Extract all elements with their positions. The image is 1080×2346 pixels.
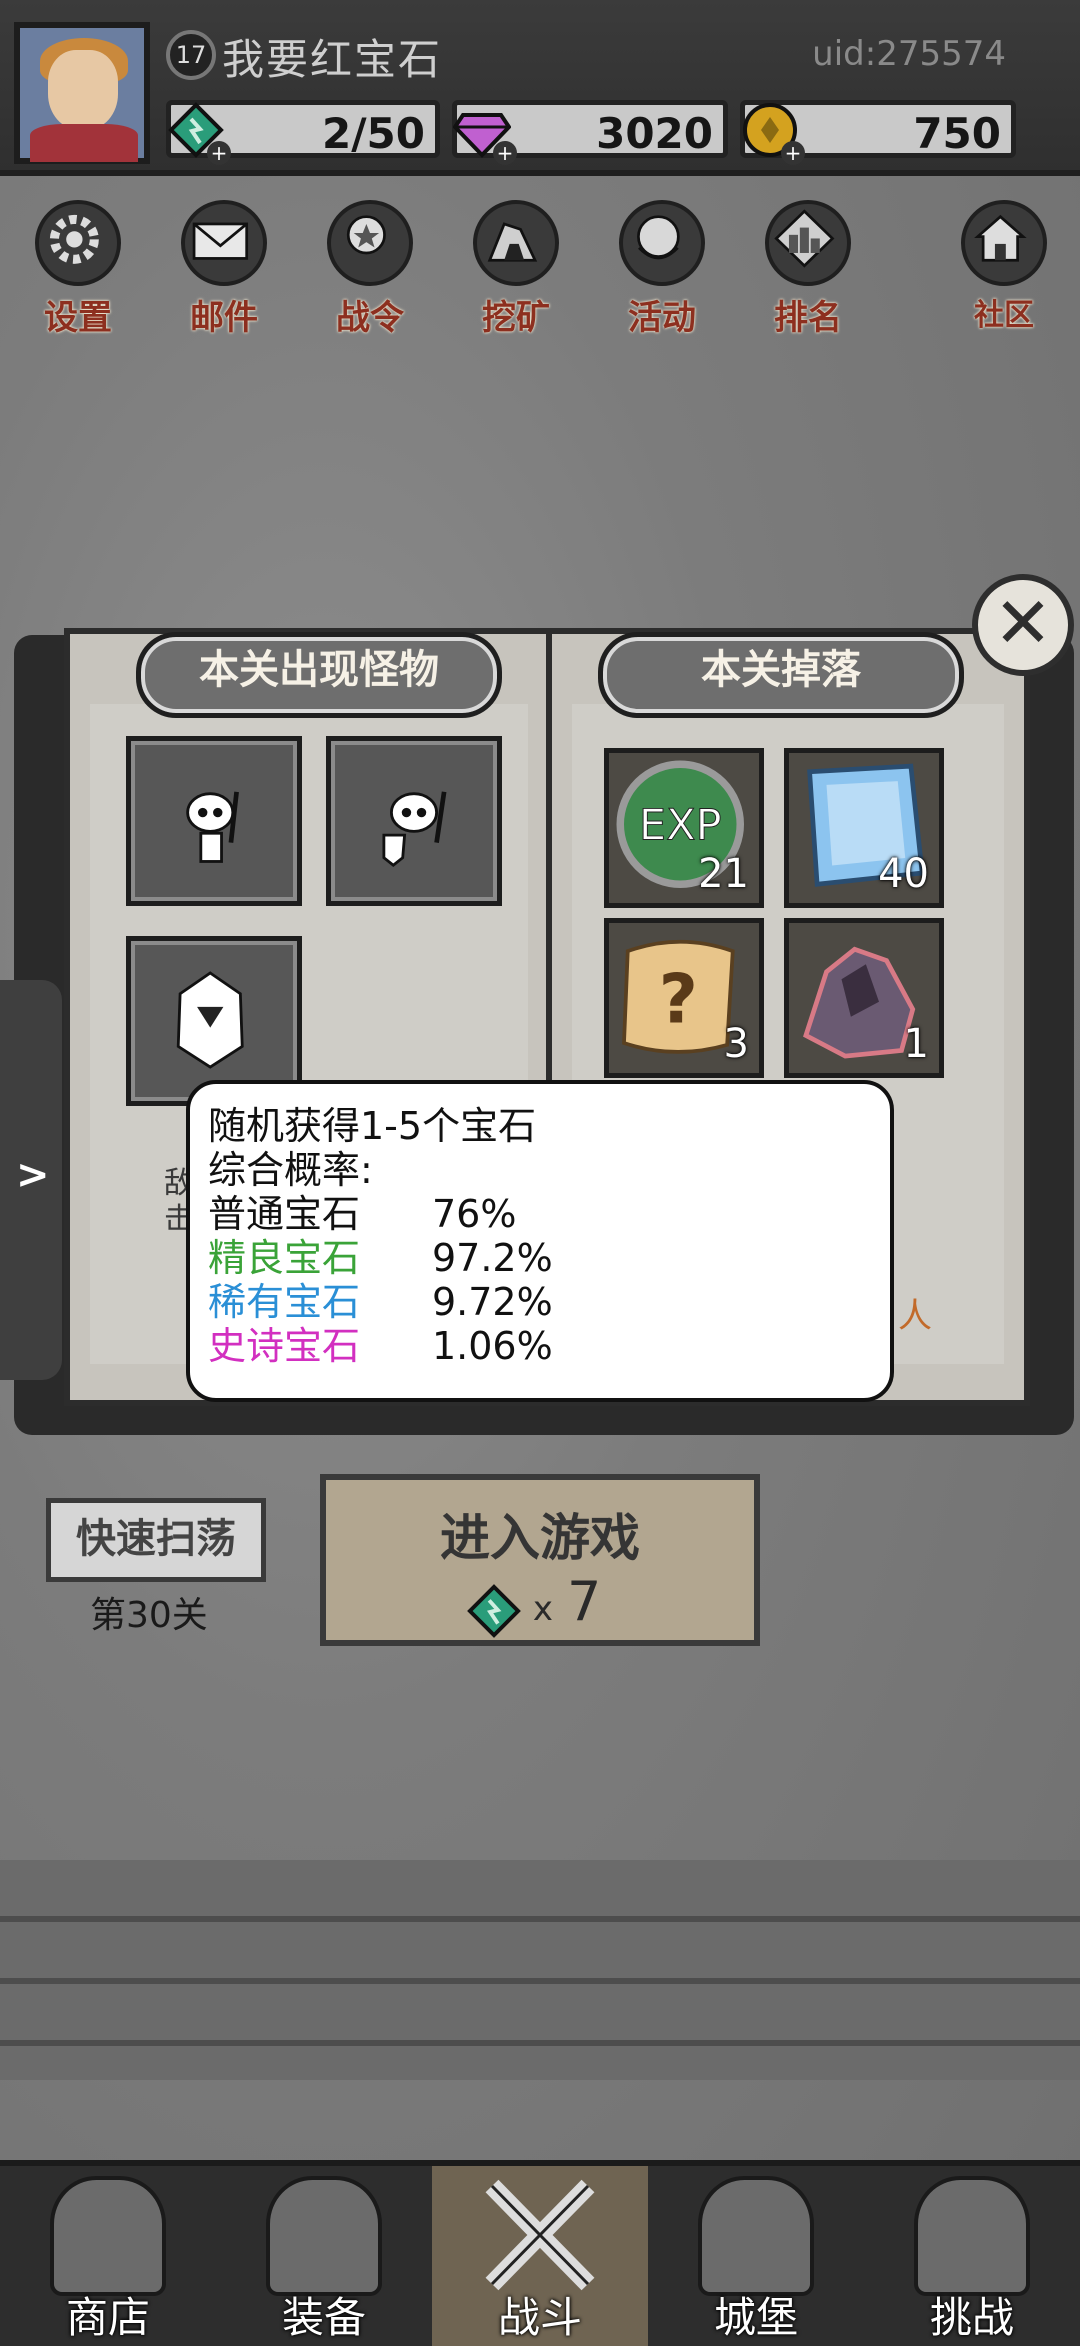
menu-settings[interactable]: 设置 [24, 200, 132, 340]
monster-page-title: 本关出现怪物 [136, 632, 502, 718]
enter-cost: x7 [466, 1570, 601, 1639]
quick-sweep-button[interactable]: 快速扫荡 [46, 1498, 266, 1582]
rate-value: 97.2% [432, 1236, 553, 1280]
rate-name: 稀有宝石 [208, 1280, 361, 1324]
tooltip-line: 综合概率: [208, 1148, 373, 1192]
drop-page-title: 本关掉落 [598, 632, 964, 718]
tooltip-line: 随机获得1-5个宝石 [208, 1104, 537, 1148]
menu-label: 战令 [336, 298, 404, 338]
drop-count: 3 [723, 1021, 749, 1067]
nav-battle[interactable]: 战斗 [432, 2166, 648, 2346]
gem-resource[interactable]: + 3020 [452, 100, 728, 165]
level-badge: 17 [166, 30, 216, 80]
rate-value: 76% [432, 1192, 517, 1236]
coin-resource[interactable]: + 750 [740, 100, 1016, 165]
enter-game-button[interactable]: 进入游戏 x7 [320, 1474, 760, 1646]
rate-name: 普通宝石 [208, 1192, 361, 1236]
rate-row-rare: 稀有宝石 9.72% [208, 1280, 890, 1324]
rate-value: 1.06% [432, 1324, 553, 1368]
shop-icon [50, 2176, 166, 2296]
rate-row-fine: 精良宝石 97.2% [208, 1236, 890, 1280]
castle-icon [698, 2176, 814, 2296]
menu-label: 社区 [974, 298, 1034, 333]
menu-label: 设置 [44, 298, 112, 338]
avatar-face [48, 50, 118, 130]
battle-pass-icon [327, 200, 413, 286]
rate-name: 精良宝石 [208, 1236, 361, 1280]
menu-battle-pass[interactable]: 战令 [316, 200, 424, 340]
top-header: 17 我要红宝石 uid:275574 + 2/50 + 3020 + 750 [0, 0, 1080, 176]
enter-game-label: 进入游戏 [440, 1508, 640, 1567]
avatar[interactable] [14, 22, 150, 164]
mail-icon [181, 200, 267, 286]
equipment-icon [266, 2176, 382, 2296]
nav-label: 战斗 [497, 2293, 582, 2342]
challenge-icon [914, 2176, 1030, 2296]
menu-ranking[interactable]: 排名 [754, 200, 862, 340]
wooden-floor [0, 1860, 1080, 2080]
community-icon [961, 200, 1047, 286]
drop-scroll[interactable]: ? 3 [604, 918, 764, 1078]
menu-label: 挖矿 [482, 298, 550, 338]
menu-label: 邮件 [190, 298, 258, 338]
cost-value: 7 [566, 1570, 602, 1633]
rate-row-common: 普通宝石 76% [208, 1192, 890, 1236]
stamina-value: 2/50 [321, 109, 425, 158]
bottom-nav: 商店 装备 战斗 城堡 挑战 [0, 2160, 1080, 2346]
drop-ore[interactable]: 1 [784, 918, 944, 1078]
drop-count: 21 [698, 851, 749, 897]
nav-castle[interactable]: 城堡 [648, 2166, 864, 2346]
nav-label: 装备 [281, 2293, 366, 2342]
nav-challenge[interactable]: 挑战 [864, 2166, 1080, 2346]
skeleton-sword-icon [186, 791, 239, 863]
player-name: 我要红宝石 [222, 35, 443, 84]
gem-value: 3020 [596, 109, 713, 158]
rate-row-epic: 史诗宝石 1.06% [208, 1324, 890, 1368]
drop-ice-gem[interactable]: 40 [784, 748, 944, 908]
rate-name: 史诗宝石 [208, 1324, 361, 1368]
coin-value: 750 [913, 109, 1001, 158]
ranking-icon [765, 200, 851, 286]
skeleton-shield-icon [382, 791, 447, 868]
mining-icon [473, 200, 559, 286]
close-button[interactable]: ✕ [972, 574, 1074, 676]
add-coin-icon[interactable]: + [781, 141, 805, 165]
menu-label: 排名 [774, 298, 842, 338]
faded-right-text: 人 [898, 1296, 932, 1336]
svg-text:EXP: EXP [639, 800, 722, 850]
crystal-golem-icon [176, 971, 244, 1069]
rate-value: 9.72% [432, 1280, 553, 1324]
avatar-shirt [30, 124, 138, 162]
menu-event[interactable]: 活动 [608, 200, 716, 340]
monster-slot-skeleton-sword[interactable] [126, 736, 302, 906]
monster-slot-skeleton-shield[interactable] [326, 736, 502, 906]
drop-exp[interactable]: EXP 21 [604, 748, 764, 908]
menu-community[interactable]: 社区 [950, 200, 1058, 340]
side-expand-tab[interactable]: > [0, 980, 62, 1380]
nav-label: 挑战 [929, 2293, 1014, 2342]
drop-count: 1 [903, 1021, 929, 1067]
stage-label: 第30关 [90, 1595, 208, 1636]
nav-label: 城堡 [713, 2293, 798, 2342]
add-gem-icon[interactable]: + [493, 141, 517, 165]
drop-count: 40 [878, 851, 929, 897]
chevron-right-icon: > [16, 1152, 50, 1198]
drop-tooltip: 随机获得1-5个宝石 综合概率: 普通宝石 76% 精良宝石 97.2% 稀有宝石 9… [186, 1080, 894, 1402]
event-icon [619, 200, 705, 286]
nav-label: 商店 [65, 2293, 150, 2342]
stamina-resource[interactable]: + 2/50 [166, 100, 440, 165]
add-stamina-icon[interactable]: + [207, 141, 231, 165]
stamina-gem-icon [467, 1583, 521, 1638]
gear-icon [35, 200, 121, 286]
nav-equipment[interactable]: 装备 [216, 2166, 432, 2346]
uid-label: uid:275574 [812, 34, 1006, 74]
cost-multiplier: x [532, 1589, 553, 1629]
menu-mail[interactable]: 邮件 [170, 200, 278, 340]
svg-text:?: ? [659, 959, 698, 1038]
menu-mining[interactable]: 挖矿 [462, 200, 570, 340]
menu-label: 活动 [628, 298, 696, 338]
nav-shop[interactable]: 商店 [0, 2166, 216, 2346]
